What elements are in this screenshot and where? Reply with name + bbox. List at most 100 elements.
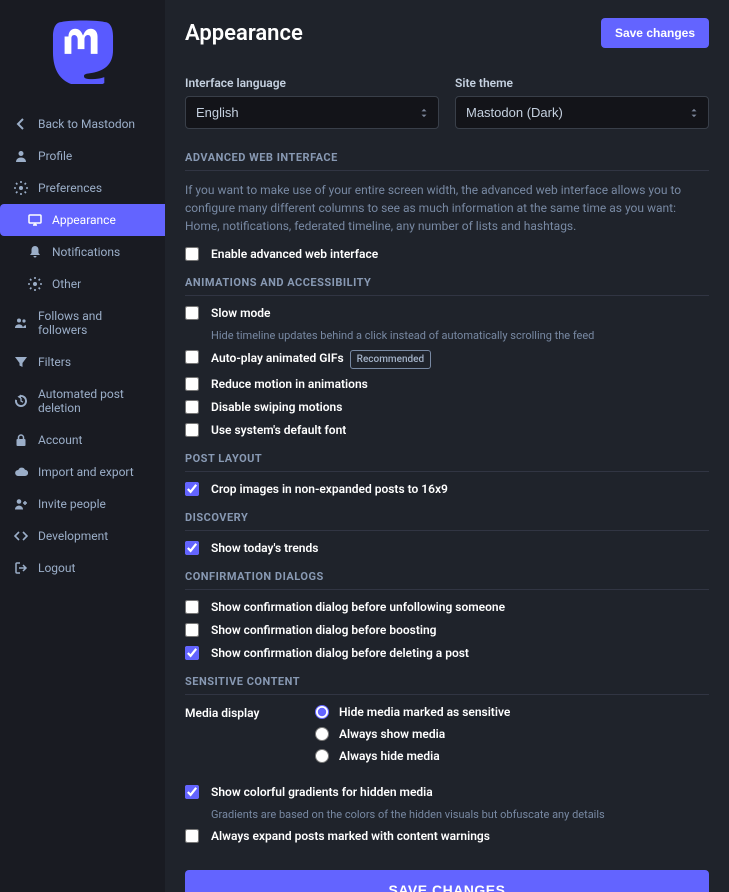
sidebar-item-label: Import and export [38, 465, 134, 479]
checkbox-expandcw[interactable] [185, 829, 199, 843]
sidebar-item-label: Development [38, 529, 108, 543]
main-content: Appearance Save changes Interface langua… [165, 0, 729, 892]
radio-hide-sens[interactable] [315, 705, 329, 719]
sidebar-item-profile[interactable]: Profile [0, 140, 165, 172]
radio-row-hide-sens: Hide media marked as sensitive [315, 705, 709, 719]
chevron-left-icon [14, 117, 28, 131]
sidebar-item-label: Invite people [38, 497, 106, 511]
checkbox-gradient[interactable] [185, 785, 199, 799]
sidebar-item-label: Account [38, 433, 82, 447]
radio-label-always-hide[interactable]: Always hide media [339, 749, 440, 763]
checkbox-delete[interactable] [185, 646, 199, 660]
sidebar-item-logout[interactable]: Logout [0, 552, 165, 584]
gear-icon [28, 277, 42, 291]
code-icon [14, 529, 28, 543]
sidebar-item-filters[interactable]: Filters [0, 346, 165, 378]
checkbox-label-slow[interactable]: Slow mode [211, 306, 271, 321]
sidebar-item-follows[interactable]: Follows and followers [0, 300, 165, 346]
filter-icon [14, 355, 28, 369]
badge-recommended: Recommended [350, 350, 432, 369]
checkbox-unfollow[interactable] [185, 600, 199, 614]
checkbox-label-autoplay[interactable]: Auto-play animated GIFsRecommended [211, 350, 431, 369]
radio-row-always-show: Always show media [315, 727, 709, 741]
checkbox-crop[interactable] [185, 482, 199, 496]
section-title-sensitive: SENSITIVE CONTENT [185, 675, 709, 695]
logout-icon [14, 561, 28, 575]
users-icon [14, 316, 28, 330]
checkbox-label-crop[interactable]: Crop images in non-expanded posts to 16x… [211, 482, 448, 497]
section-desc-advanced: If you want to make use of your entire s… [185, 181, 709, 235]
interface-language-label: Interface language [185, 76, 439, 90]
checkbox-label-reduce[interactable]: Reduce motion in animations [211, 377, 368, 392]
sidebar: Back to Mastodon Profile Preferences Appear… [0, 0, 165, 892]
hint-gradient: Gradients are based on the colors of the… [211, 808, 709, 821]
sidebar-item-appearance[interactable]: Appearance [0, 204, 165, 236]
sidebar-item-label: Preferences [38, 181, 102, 195]
checkbox-swipe[interactable] [185, 400, 199, 414]
radio-label-always-show[interactable]: Always show media [339, 727, 445, 741]
sidebar-item-preferences[interactable]: Preferences [0, 172, 165, 204]
checkbox-reduce[interactable] [185, 377, 199, 391]
sidebar-item-invite[interactable]: Invite people [0, 488, 165, 520]
radio-group-media-display: Media display Hide media marked as sensit… [185, 705, 709, 771]
radio-row-always-hide: Always hide media [315, 749, 709, 763]
sidebar-item-notifications[interactable]: Notifications [0, 236, 165, 268]
checkbox-row-expandcw: Always expand posts marked with content … [185, 829, 709, 844]
checkbox-row-autoplay: Auto-play animated GIFsRecommended [185, 350, 709, 369]
desktop-icon [28, 213, 42, 227]
sidebar-item-label: Other [52, 277, 81, 291]
section-title-advanced: ADVANCED WEB INTERFACE [185, 151, 709, 171]
checkbox-row-reduce: Reduce motion in animations [185, 377, 709, 392]
checkbox-label-adv-enable[interactable]: Enable advanced web interface [211, 247, 378, 262]
sidebar-item-label: Notifications [52, 245, 120, 259]
sidebar-item-label: Appearance [52, 213, 116, 227]
checkbox-row-adv-enable: Enable advanced web interface [185, 247, 709, 262]
checkbox-label-sysfont[interactable]: Use system's default font [211, 423, 346, 438]
checkbox-slow[interactable] [185, 306, 199, 320]
sidebar-item-import[interactable]: Import and export [0, 456, 165, 488]
logo-wrap [0, 0, 165, 108]
bell-icon [28, 245, 42, 259]
checkbox-autoplay[interactable] [185, 350, 199, 364]
sidebar-item-label: Logout [38, 561, 75, 575]
checkbox-sysfont[interactable] [185, 423, 199, 437]
lock-icon [14, 433, 28, 447]
checkbox-label-swipe[interactable]: Disable swiping motions [211, 400, 342, 415]
nav-list: Back to Mastodon Profile Preferences Appear… [0, 108, 165, 584]
checkbox-label-boost[interactable]: Show confirmation dialog before boosting [211, 623, 437, 638]
checkbox-adv-enable[interactable] [185, 247, 199, 261]
radio-label-hide-sens[interactable]: Hide media marked as sensitive [339, 705, 510, 719]
checkbox-label-trends[interactable]: Show today's trends [211, 541, 318, 556]
radio-always-show[interactable] [315, 727, 329, 741]
radio-always-hide[interactable] [315, 749, 329, 763]
sidebar-item-other[interactable]: Other [0, 268, 165, 300]
mastodon-logo-icon [52, 18, 114, 84]
user-icon [14, 149, 28, 163]
checkbox-row-crop: Crop images in non-expanded posts to 16x… [185, 482, 709, 497]
gear-icon [14, 181, 28, 195]
checkbox-label-gradient[interactable]: Show colorful gradients for hidden media [211, 785, 433, 800]
checkbox-trends[interactable] [185, 541, 199, 555]
checkbox-row-boost: Show confirmation dialog before boosting [185, 623, 709, 638]
checkbox-boost[interactable] [185, 623, 199, 637]
checkbox-label-delete[interactable]: Show confirmation dialog before deleting… [211, 646, 469, 661]
sidebar-item-autodel[interactable]: Automated post deletion [0, 378, 165, 424]
save-button-bottom[interactable]: SAVE CHANGES [185, 870, 709, 892]
save-button-top[interactable]: Save changes [601, 18, 709, 48]
interface-language-select[interactable]: English [185, 96, 439, 129]
checkbox-label-expandcw[interactable]: Always expand posts marked with content … [211, 829, 490, 844]
section-title-confirm: CONFIRMATION DIALOGS [185, 570, 709, 590]
sidebar-item-label: Back to Mastodon [38, 117, 135, 131]
site-theme-select[interactable]: Mastodon (Dark) [455, 96, 709, 129]
page-title: Appearance [185, 21, 303, 46]
settings-sections: ADVANCED WEB INTERFACE If you want to mak… [185, 151, 709, 844]
radio-group-label: Media display [185, 705, 315, 771]
user-plus-icon [14, 497, 28, 511]
sidebar-item-account[interactable]: Account [0, 424, 165, 456]
section-title-discovery: DISCOVERY [185, 511, 709, 531]
checkbox-label-unfollow[interactable]: Show confirmation dialog before unfollow… [211, 600, 505, 615]
hint-slow: Hide timeline updates behind a click ins… [211, 329, 709, 342]
sidebar-item-back[interactable]: Back to Mastodon [0, 108, 165, 140]
checkbox-row-swipe: Disable swiping motions [185, 400, 709, 415]
sidebar-item-development[interactable]: Development [0, 520, 165, 552]
